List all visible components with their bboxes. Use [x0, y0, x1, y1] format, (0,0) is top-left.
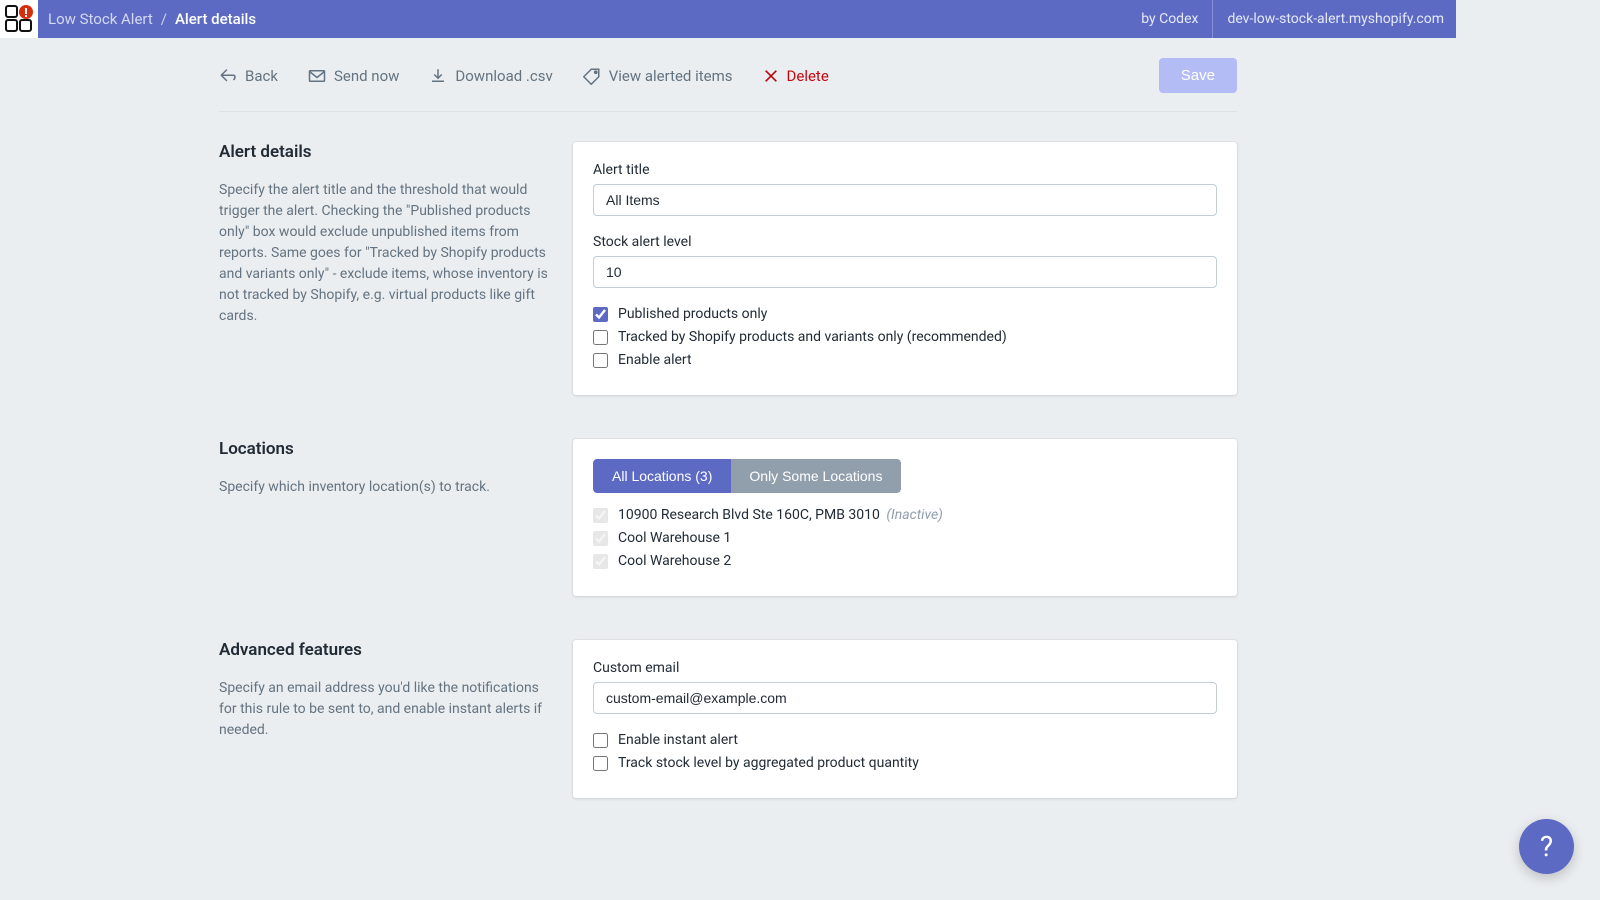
alert-title-input[interactable]	[593, 184, 1217, 216]
breadcrumb: Low Stock Alert / Alert details	[48, 10, 256, 28]
locations-desc: Specify which inventory location(s) to t…	[219, 477, 553, 498]
location-1-label: 10900 Research Blvd Ste 160C, PMB 3010 (…	[618, 507, 943, 523]
location-1-inactive-tag: (Inactive)	[886, 507, 943, 523]
breadcrumb-current: Alert details	[175, 10, 256, 28]
alert-details-title: Alert details	[219, 142, 553, 162]
advanced-title: Advanced features	[219, 640, 553, 660]
instant-alert-checkbox[interactable]	[593, 733, 608, 748]
download-csv-button[interactable]: Download .csv	[429, 67, 552, 85]
app-logo	[0, 0, 38, 38]
aggregate-label: Track stock level by aggregated product …	[618, 755, 919, 771]
all-locations-button[interactable]: All Locations (3)	[593, 459, 731, 493]
section-advanced: Advanced features Specify an email addre…	[219, 596, 1237, 798]
question-mark-icon: ?	[1540, 830, 1553, 863]
alert-title-label: Alert title	[593, 162, 1217, 178]
section-alert-details: Alert details Specify the alert title an…	[219, 112, 1237, 395]
download-csv-label: Download .csv	[455, 67, 552, 85]
envelope-icon	[308, 67, 326, 85]
location-3-label: Cool Warehouse 2	[618, 553, 731, 569]
topbar: Low Stock Alert / Alert details by Codex…	[0, 0, 1456, 38]
send-now-button[interactable]: Send now	[308, 67, 399, 85]
page-container: Back Send now Download .csv View alerted…	[219, 38, 1237, 838]
tag-icon	[583, 67, 601, 85]
enable-alert-checkbox[interactable]	[593, 353, 608, 368]
tracked-only-label: Tracked by Shopify products and variants…	[618, 329, 1007, 345]
enable-alert-label: Enable alert	[618, 352, 692, 368]
back-button[interactable]: Back	[219, 67, 278, 85]
help-fab[interactable]: ?	[1519, 819, 1574, 874]
section-locations: Locations Specify which inventory locati…	[219, 395, 1237, 596]
delete-button[interactable]: Delete	[763, 67, 829, 85]
topbar-divider	[1212, 0, 1213, 38]
by-codex-link[interactable]: by Codex	[1141, 11, 1198, 27]
published-only-label: Published products only	[618, 306, 767, 322]
close-icon	[763, 68, 779, 84]
stock-level-input[interactable]	[593, 256, 1217, 288]
locations-toggle: All Locations (3) Only Some Locations	[593, 459, 901, 493]
back-label: Back	[245, 67, 278, 85]
breadcrumb-separator: /	[161, 10, 167, 28]
locations-title: Locations	[219, 439, 553, 459]
send-now-label: Send now	[334, 67, 399, 85]
alert-details-card: Alert title Stock alert level Published …	[573, 142, 1237, 395]
shop-link[interactable]: dev-low-stock-alert.myshopify.com	[1227, 11, 1444, 27]
aggregate-checkbox[interactable]	[593, 756, 608, 771]
location-1-checkbox	[593, 508, 608, 523]
toolbar: Back Send now Download .csv View alerted…	[219, 38, 1237, 112]
alert-details-desc: Specify the alert title and the threshol…	[219, 180, 553, 327]
location-2-label: Cool Warehouse 1	[618, 530, 731, 546]
breadcrumb-root[interactable]: Low Stock Alert	[48, 10, 153, 28]
view-alerted-label: View alerted items	[609, 67, 733, 85]
save-button[interactable]: Save	[1159, 58, 1237, 93]
custom-email-input[interactable]	[593, 682, 1217, 714]
published-only-checkbox[interactable]	[593, 307, 608, 322]
topbar-right: by Codex dev-low-stock-alert.myshopify.c…	[1141, 0, 1444, 38]
advanced-card: Custom email Enable instant alert Track …	[573, 640, 1237, 798]
location-3-checkbox	[593, 554, 608, 569]
location-2-checkbox	[593, 531, 608, 546]
view-alerted-button[interactable]: View alerted items	[583, 67, 733, 85]
tracked-only-checkbox[interactable]	[593, 330, 608, 345]
custom-email-label: Custom email	[593, 660, 1217, 676]
download-icon	[429, 67, 447, 85]
delete-label: Delete	[787, 67, 829, 85]
instant-alert-label: Enable instant alert	[618, 732, 738, 748]
back-arrow-icon	[219, 67, 237, 85]
some-locations-button[interactable]: Only Some Locations	[731, 459, 901, 493]
advanced-desc: Specify an email address you'd like the …	[219, 678, 553, 741]
locations-card: All Locations (3) Only Some Locations 10…	[573, 439, 1237, 596]
stock-level-label: Stock alert level	[593, 234, 1217, 250]
